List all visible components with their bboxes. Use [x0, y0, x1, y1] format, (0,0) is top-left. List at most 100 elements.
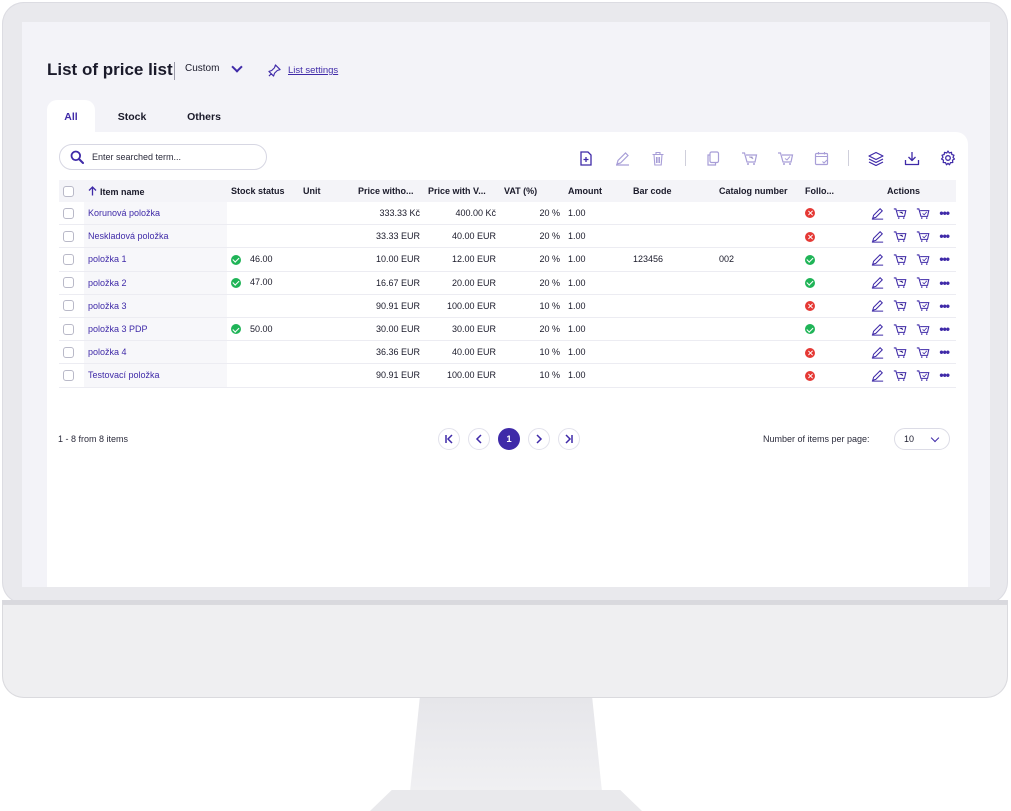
unit-cell: [299, 202, 354, 226]
table-row[interactable]: Korunová položka 333.33 Kč 400.00 Kč 20 % 1.…: [59, 202, 956, 226]
row-checkbox[interactable]: [63, 300, 74, 312]
column-header-stock-status[interactable]: Stock status: [227, 180, 299, 202]
edit-icon[interactable]: [870, 206, 884, 220]
row-select-cell: [59, 247, 84, 272]
search-box[interactable]: [59, 144, 267, 170]
cart-icon[interactable]: [916, 252, 930, 266]
edit-icon[interactable]: [870, 368, 884, 382]
cart-icon[interactable]: [916, 345, 930, 359]
row-checkbox[interactable]: [63, 254, 74, 266]
table-row[interactable]: položka 1 46.00 10.00 EUR 12.00 EUR 20 % 1.00…: [59, 247, 956, 272]
more-icon[interactable]: •••: [939, 230, 950, 242]
tag-cart-icon[interactable]: [893, 345, 907, 359]
next-page-button[interactable]: [528, 428, 550, 450]
table-row[interactable]: položka 4 36.36 EUR 40.00 EUR 10 % 1.00 •••: [59, 340, 956, 365]
cart-icon[interactable]: [776, 149, 794, 167]
cart-icon[interactable]: [916, 368, 930, 382]
chevron-down-icon: [930, 433, 940, 443]
table-row[interactable]: Neskladová položka 33.33 EUR 40.00 EUR 20 %…: [59, 224, 956, 249]
select-all-checkbox[interactable]: [63, 185, 74, 197]
chevron-right-icon: [536, 434, 543, 444]
amount-cell: 1.00: [564, 317, 629, 342]
table-row[interactable]: položka 3 PDP 50.00 30.00 EUR 30.00 EUR 20 %…: [59, 317, 956, 342]
more-icon[interactable]: •••: [939, 207, 950, 219]
unit-cell: [299, 247, 354, 272]
edit-icon[interactable]: [870, 345, 884, 359]
item-name-link[interactable]: Testovací položka: [88, 370, 160, 380]
edit-icon[interactable]: [870, 299, 884, 313]
more-icon[interactable]: •••: [939, 300, 950, 312]
column-header-item-name[interactable]: Item name: [84, 180, 227, 202]
table-row[interactable]: položka 2 47.00 16.67 EUR 20.00 EUR 20 % 1.00…: [59, 271, 956, 295]
row-checkbox[interactable]: [63, 323, 74, 335]
view-select[interactable]: Custom: [185, 60, 244, 74]
column-header-price-without-vat[interactable]: Price witho...: [354, 180, 424, 202]
row-checkbox[interactable]: [63, 369, 74, 381]
more-icon[interactable]: •••: [939, 277, 950, 289]
item-name-link[interactable]: Korunová položka: [88, 208, 160, 218]
tag-cart-icon[interactable]: [893, 206, 907, 220]
app-screen: List of price list Custom List settings …: [22, 22, 990, 587]
download-tray-icon[interactable]: [903, 149, 921, 167]
calendar-check-icon[interactable]: [812, 149, 830, 167]
cart-icon[interactable]: [916, 276, 930, 290]
item-name-link[interactable]: Neskladová položka: [88, 231, 169, 241]
tag-cart-icon[interactable]: [893, 368, 907, 382]
more-icon[interactable]: •••: [939, 346, 950, 358]
row-checkbox[interactable]: [63, 230, 74, 242]
stock-value: 50.00: [250, 323, 273, 334]
tab-all[interactable]: All: [47, 100, 95, 134]
row-checkbox[interactable]: [63, 207, 74, 219]
more-icon[interactable]: •••: [939, 369, 950, 381]
edit-icon[interactable]: [870, 229, 884, 243]
edit-icon[interactable]: [870, 276, 884, 290]
item-name-link[interactable]: položka 3: [88, 301, 127, 311]
table-row[interactable]: Testovací položka 90.91 EUR 100.00 EUR 10 %…: [59, 363, 956, 388]
item-name-link[interactable]: položka 4: [88, 347, 127, 357]
layers-icon[interactable]: [867, 149, 885, 167]
edit-icon[interactable]: [870, 252, 884, 266]
item-name-link[interactable]: položka 2: [88, 278, 127, 288]
previous-page-button[interactable]: [468, 428, 490, 450]
table-row[interactable]: položka 3 90.91 EUR 100.00 EUR 10 % 1.00 •••: [59, 294, 956, 318]
item-name-link[interactable]: položka 1: [88, 254, 127, 264]
search-input[interactable]: [90, 151, 254, 163]
tag-cart-icon[interactable]: [893, 276, 907, 290]
column-header-amount[interactable]: Amount: [564, 180, 629, 202]
tag-cart-icon[interactable]: [893, 322, 907, 336]
tag-cart-icon[interactable]: [893, 252, 907, 266]
page-button-current[interactable]: 1: [498, 428, 520, 450]
copy-icon[interactable]: [704, 149, 722, 167]
column-header-catalog-number[interactable]: Catalog number: [715, 180, 801, 202]
cart-icon[interactable]: [916, 206, 930, 220]
tag-cart-icon[interactable]: [893, 229, 907, 243]
cart-icon[interactable]: [916, 322, 930, 336]
unit-cell: [299, 294, 354, 318]
row-checkbox[interactable]: [63, 346, 74, 358]
more-icon[interactable]: •••: [939, 253, 950, 265]
list-settings-link[interactable]: List settings: [268, 64, 338, 77]
tag-cart-icon[interactable]: [893, 299, 907, 313]
add-document-icon[interactable]: [577, 149, 595, 167]
column-header-follow[interactable]: Follo...: [801, 180, 851, 202]
items-per-page-select[interactable]: 10: [894, 428, 950, 450]
first-page-button[interactable]: [438, 428, 460, 450]
column-header-price-with-vat[interactable]: Price with V...: [424, 180, 500, 202]
table-header-row: Item name Stock status Unit Price witho.…: [59, 180, 956, 202]
column-header-unit[interactable]: Unit: [299, 180, 354, 202]
tab-stock[interactable]: Stock: [107, 100, 157, 134]
edit-icon[interactable]: [870, 322, 884, 336]
tab-others[interactable]: Others: [172, 100, 236, 134]
last-page-button[interactable]: [558, 428, 580, 450]
cart-icon[interactable]: [916, 229, 930, 243]
row-checkbox[interactable]: [63, 277, 74, 289]
trash-icon[interactable]: [649, 149, 667, 167]
gear-icon[interactable]: [939, 149, 957, 167]
column-header-bar-code[interactable]: Bar code: [629, 180, 715, 202]
column-header-vat[interactable]: VAT (%): [500, 180, 564, 202]
tag-cart-icon[interactable]: [740, 149, 758, 167]
more-icon[interactable]: •••: [939, 323, 950, 335]
edit-icon[interactable]: [613, 149, 631, 167]
cart-icon[interactable]: [916, 299, 930, 313]
item-name-link[interactable]: položka 3 PDP: [88, 324, 148, 334]
